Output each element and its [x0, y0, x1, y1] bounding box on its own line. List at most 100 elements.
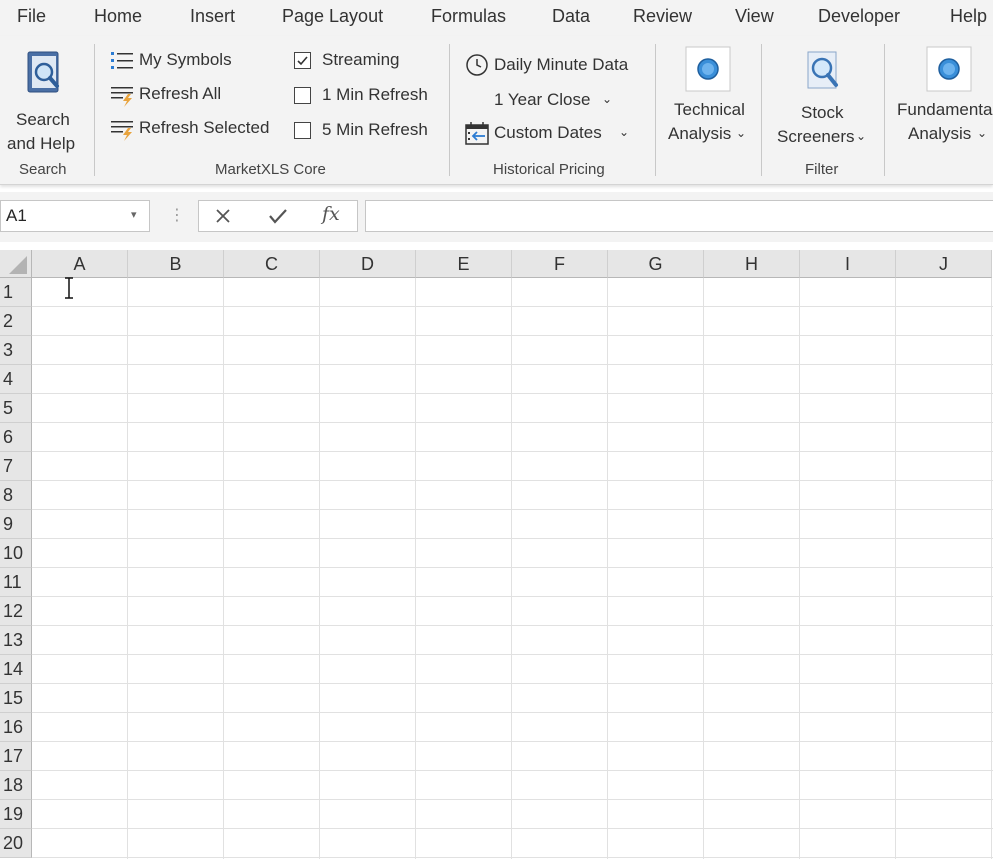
menu-data[interactable]: Data: [552, 6, 590, 27]
table-row[interactable]: [32, 771, 993, 800]
refresh-all-button[interactable]: Refresh All: [110, 82, 270, 108]
drag-handle-icon[interactable]: ⋮: [169, 205, 185, 225]
group-separator: [884, 44, 885, 176]
fundamental-analysis-button[interactable]: Fundamental Analysis ⌄: [893, 44, 993, 148]
row-header-8[interactable]: 8: [0, 481, 32, 510]
search-and-help-button[interactable]: Search and Help: [4, 46, 82, 153]
row-header-2[interactable]: 2: [0, 307, 32, 336]
table-row[interactable]: [32, 626, 993, 655]
streaming-checkbox[interactable]: Streaming: [294, 50, 424, 74]
column-header-h[interactable]: H: [704, 250, 800, 278]
column-header-f[interactable]: F: [512, 250, 608, 278]
insert-function-button[interactable]: fx: [322, 203, 340, 225]
chevron-down-icon: ⌄: [619, 125, 630, 139]
table-row[interactable]: [32, 365, 993, 394]
table-row[interactable]: [32, 452, 993, 481]
row-header-15[interactable]: 15: [0, 684, 32, 713]
column-header-c[interactable]: C: [224, 250, 320, 278]
table-row[interactable]: [32, 568, 993, 597]
menu-insert[interactable]: Insert: [190, 6, 235, 27]
row-header-17[interactable]: 17: [0, 742, 32, 771]
select-all-button[interactable]: [0, 250, 32, 278]
table-row[interactable]: [32, 655, 993, 684]
menu-developer[interactable]: Developer: [818, 6, 900, 27]
table-row[interactable]: [32, 800, 993, 829]
row-header-12[interactable]: 12: [0, 597, 32, 626]
stock-screeners-button[interactable]: Stock Screeners ⌄: [772, 46, 872, 150]
menu-review[interactable]: Review: [633, 6, 692, 27]
close-icon[interactable]: [214, 207, 232, 225]
row-header-20[interactable]: 20: [0, 829, 32, 858]
table-row[interactable]: [32, 481, 993, 510]
streaming-checkbox-box[interactable]: [294, 52, 311, 69]
table-row[interactable]: [32, 829, 993, 858]
row-header-19[interactable]: 19: [0, 800, 32, 829]
chevron-down-icon: ⌄: [856, 129, 867, 143]
group-label-search: Search: [19, 161, 67, 178]
technical-analysis-button[interactable]: Technical Analysis ⌄: [664, 44, 754, 148]
ribbon: Search and Help Search My Symbols Refres…: [0, 36, 993, 185]
column-header-d[interactable]: D: [320, 250, 416, 278]
chevron-down-icon: ⌄: [977, 126, 988, 140]
row-header-13[interactable]: 13: [0, 626, 32, 655]
group-label-historical: Historical Pricing: [493, 161, 605, 178]
table-row[interactable]: [32, 539, 993, 568]
search-button-line2: and Help: [7, 134, 76, 153]
column-header-e[interactable]: E: [416, 250, 512, 278]
table-row[interactable]: [32, 394, 993, 423]
check-icon[interactable]: [267, 207, 289, 225]
screener-magnifier-icon: [807, 51, 838, 89]
row-header-7[interactable]: 7: [0, 452, 32, 481]
table-row[interactable]: [32, 278, 993, 307]
table-row[interactable]: [32, 713, 993, 742]
column-header-i[interactable]: I: [800, 250, 896, 278]
table-row[interactable]: [32, 423, 993, 452]
column-header-b[interactable]: B: [128, 250, 224, 278]
row-header-18[interactable]: 18: [0, 771, 32, 800]
column-header-a[interactable]: A: [32, 250, 128, 278]
name-box-dropdown-icon[interactable]: ▾: [131, 208, 137, 221]
menu-page-layout[interactable]: Page Layout: [282, 6, 383, 27]
refresh-lightning-icon: [111, 121, 133, 141]
menu-view[interactable]: View: [735, 6, 774, 27]
table-row[interactable]: [32, 336, 993, 365]
group-separator: [761, 44, 762, 176]
menu-file[interactable]: File: [17, 6, 46, 27]
row-header-5[interactable]: 5: [0, 394, 32, 423]
row-header-16[interactable]: 16: [0, 713, 32, 742]
custom-dates-dropdown[interactable]: Custom Dates ⌄: [465, 120, 635, 146]
one-min-checkbox-box[interactable]: [294, 87, 311, 104]
screeners-line1: Stock: [801, 103, 844, 122]
formula-input[interactable]: [365, 200, 993, 232]
row-header-3[interactable]: 3: [0, 336, 32, 365]
custom-dates-label: Custom Dates: [494, 123, 602, 142]
column-header-g[interactable]: G: [608, 250, 704, 278]
five-min-checkbox-box[interactable]: [294, 122, 311, 139]
table-row[interactable]: [32, 684, 993, 713]
five-min-refresh-checkbox[interactable]: 5 Min Refresh: [294, 120, 434, 144]
column-header-j[interactable]: J: [896, 250, 992, 278]
row-header-14[interactable]: 14: [0, 655, 32, 684]
table-row[interactable]: [32, 307, 993, 336]
year-close-dropdown[interactable]: 1 Year Close ⌄: [494, 88, 624, 112]
one-min-refresh-checkbox[interactable]: 1 Min Refresh: [294, 85, 434, 109]
my-symbols-button[interactable]: My Symbols: [110, 48, 270, 74]
table-row[interactable]: [32, 510, 993, 539]
table-row[interactable]: [32, 597, 993, 626]
chevron-down-icon: ⌄: [736, 126, 747, 140]
row-header-10[interactable]: 10: [0, 539, 32, 568]
row-header-1[interactable]: 1: [0, 278, 32, 307]
daily-minute-data-label: Daily Minute Data: [494, 55, 629, 74]
row-header-6[interactable]: 6: [0, 423, 32, 452]
refresh-selected-button[interactable]: Refresh Selected: [110, 116, 275, 142]
fundamental-line1: Fundamental: [897, 100, 993, 119]
menu-home[interactable]: Home: [94, 6, 142, 27]
table-row[interactable]: [32, 742, 993, 771]
row-header-4[interactable]: 4: [0, 365, 32, 394]
daily-minute-data-button[interactable]: Daily Minute Data: [465, 52, 645, 78]
menu-help[interactable]: Help: [950, 6, 987, 27]
row-header-9[interactable]: 9: [0, 510, 32, 539]
row-header-11[interactable]: 11: [0, 568, 32, 597]
my-symbols-label: My Symbols: [139, 50, 232, 69]
menu-formulas[interactable]: Formulas: [431, 6, 506, 27]
